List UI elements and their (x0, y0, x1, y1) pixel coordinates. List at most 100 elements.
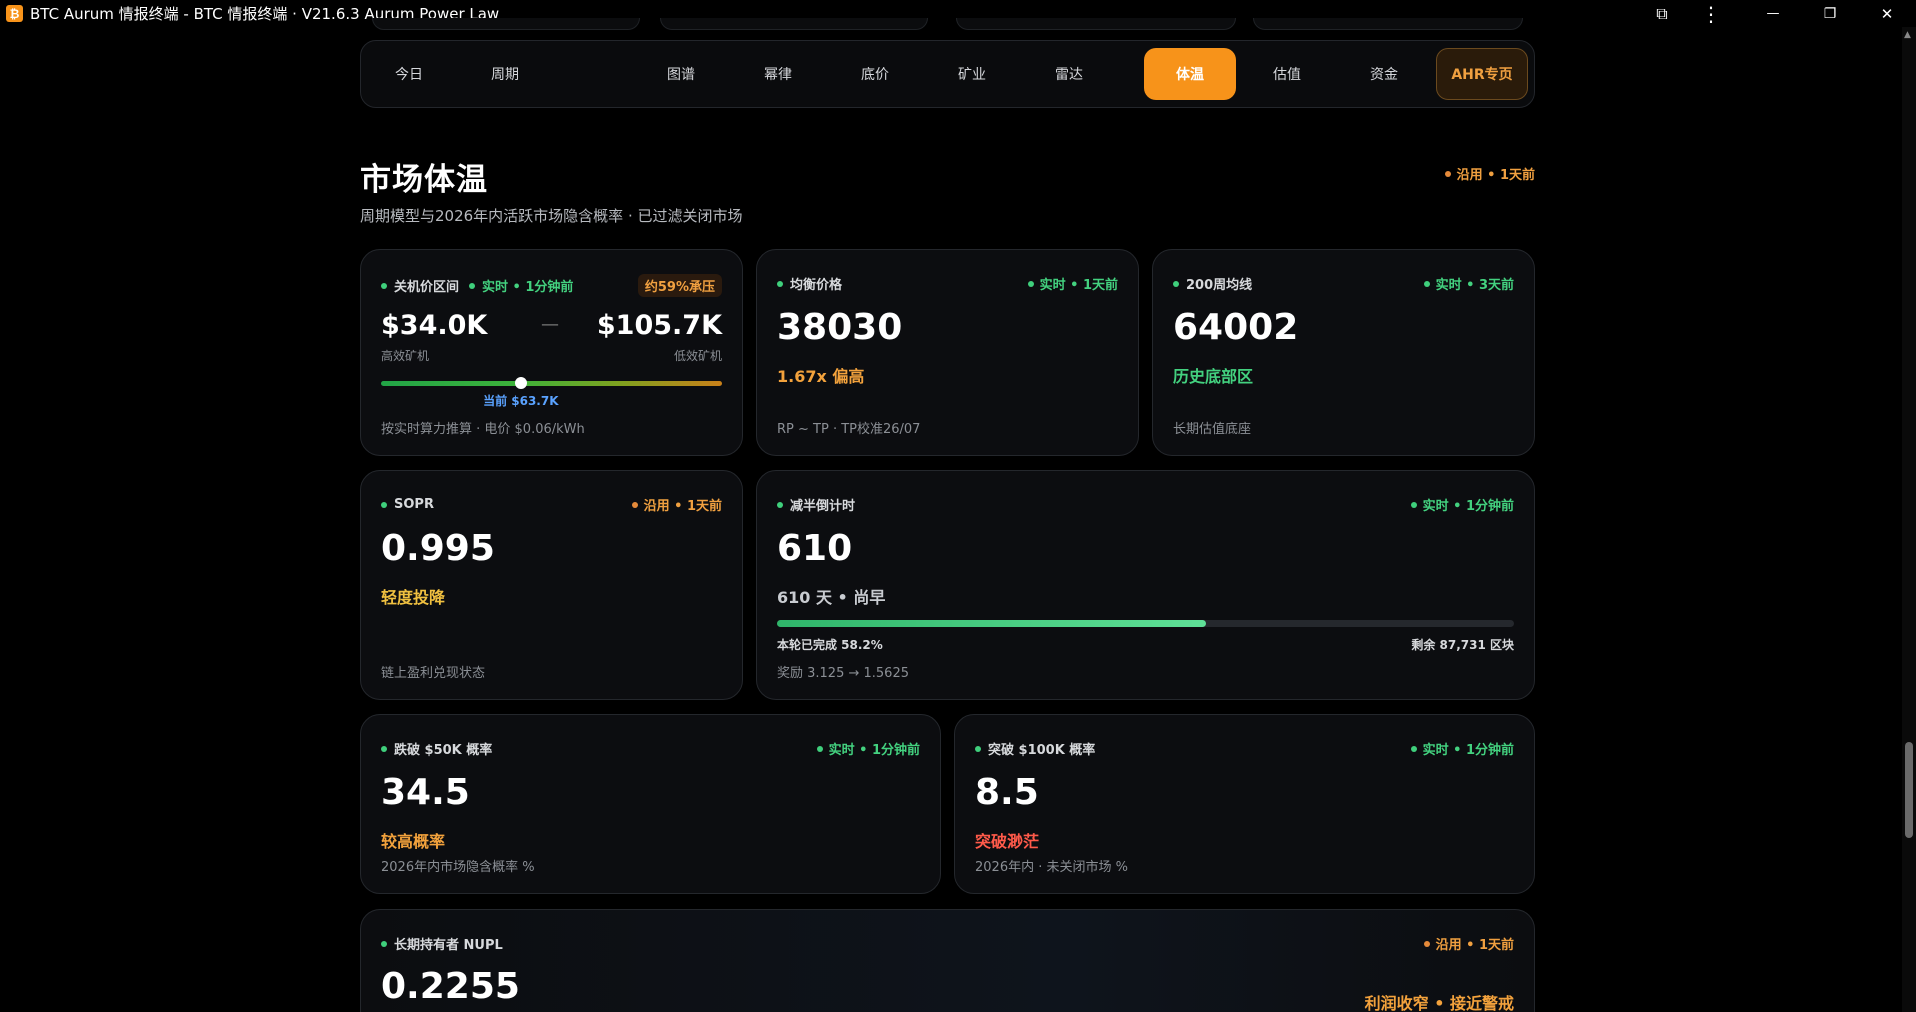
card-footnote: 链上盈利兑现状态 (381, 666, 486, 681)
pressure-badge: 约59%承压 (637, 274, 722, 297)
lth-nupl-card: 长期持有者 NUPL 沿用 • 1天前 0.2255 利润收窄 • 接近警戒 (360, 909, 1535, 1012)
status-dot-icon (816, 745, 823, 752)
status-dot-icon (1027, 280, 1034, 287)
card-footnote: 2026年内市场隐含概率 % (381, 860, 535, 875)
current-price-marker (514, 377, 527, 389)
card-header: 关机价区间 实时 • 1分钟前 约59%承压 (381, 274, 722, 297)
minimize-button[interactable]: — (1751, 0, 1795, 27)
balance-price-card: 均衡价格 实时 • 1天前 38030 1.67x 偏高 RP ~ TP · T… (756, 249, 1139, 456)
tab-capital[interactable]: 资金 (1356, 48, 1412, 100)
status-dot-icon (1444, 170, 1451, 177)
balance-price-value: 38030 (777, 307, 903, 348)
range-dash: — (541, 314, 559, 335)
card-header: 突破 $100K 概率 实时 • 1分钟前 (975, 739, 1514, 758)
status-dot-icon (381, 282, 387, 289)
current-price-label: 当前 $63.7K (483, 394, 559, 408)
more-menu-icon[interactable]: ⋮ (1689, 0, 1733, 27)
card-header: SOPR 沿用 • 1天前 (381, 495, 722, 514)
card-label: 减半倒计时 (790, 499, 856, 514)
status-dot-icon (1173, 280, 1179, 287)
maximize-button[interactable]: ❐ (1808, 0, 1852, 27)
card-edge (956, 18, 1236, 30)
freshness-status: 实时 • 1分钟前 (1410, 739, 1514, 758)
tab-radar[interactable]: 雷达 (1041, 48, 1097, 100)
card-footnote: 长期估值底座 (1173, 422, 1252, 437)
card-footnote: 按实时算力推算 · 电价 $0.06/kWh (381, 422, 585, 437)
valuation-tag: 1.67x 偏高 (777, 367, 865, 386)
page-subtitle: 周期模型与2026年内活跃市场隐含概率 · 已过滤关闭市场 (360, 207, 743, 225)
freshness-status: 实时 • 1分钟前 (469, 276, 573, 295)
low-price-value: $34.0K (381, 310, 488, 341)
shutdown-price-card: 关机价区间 实时 • 1分钟前 约59%承压 $34.0K 高效矿机 — $10… (360, 249, 743, 456)
card-label: 跌破 $50K 概率 (394, 743, 493, 758)
extension-icon[interactable]: ⧉ (1640, 0, 1684, 27)
card-header: 跌破 $50K 概率 实时 • 1分钟前 (381, 739, 920, 758)
card-label: 关机价区间 (394, 280, 460, 295)
card-footnote: RP ~ TP · TP校准26/07 (777, 422, 921, 437)
status-dot-icon (1423, 940, 1430, 947)
ma200w-value: 64002 (1173, 307, 1299, 348)
scrollbar-track[interactable]: ▲ (1902, 27, 1916, 1012)
tab-cycle[interactable]: 周期 (477, 48, 533, 100)
card-header: 200周均线 实时 • 3天前 (1173, 274, 1514, 293)
freshness-status: 实时 • 1分钟前 (1410, 495, 1514, 514)
card-label: 长期持有者 NUPL (394, 938, 503, 953)
card-label: SOPR (394, 497, 434, 512)
halving-progress-bar (777, 620, 1514, 627)
sopr-value: 0.995 (381, 528, 495, 569)
remaining-blocks: 剩余 87,731 区块 (1411, 638, 1514, 652)
card-label: 突破 $100K 概率 (988, 743, 1096, 758)
card-edge (1253, 18, 1523, 30)
card-footnote: 2026年内 · 未关闭市场 % (975, 860, 1128, 875)
tab-ahr[interactable]: AHR专页 (1436, 48, 1528, 100)
scrollbar-thumb[interactable] (1905, 742, 1913, 838)
zone-tag: 历史底部区 (1173, 367, 1254, 386)
scroll-up-arrow-icon[interactable]: ▲ (1904, 30, 1911, 40)
nupl-tag: 利润收窄 • 接近警戒 (1364, 994, 1514, 1012)
status-dot-icon (975, 745, 981, 752)
status-dot-icon (1410, 745, 1417, 752)
below-50k-probability-card: 跌破 $50K 概率 实时 • 1分钟前 34.5 较高概率 2026年内市场隐… (360, 714, 941, 894)
high-price-caption: 低效矿机 (673, 349, 722, 363)
tab-valuation[interactable]: 估值 (1259, 48, 1315, 100)
probability-tag: 突破渺茫 (975, 832, 1040, 851)
probability-tag: 较高概率 (381, 832, 446, 851)
card-header: 均衡价格 实时 • 1天前 (777, 274, 1118, 293)
close-button[interactable]: ✕ (1865, 0, 1909, 27)
tab-today[interactable]: 今日 (381, 48, 437, 100)
section-status: 沿用 • 1天前 (1444, 164, 1535, 183)
sopr-tag: 轻度投降 (381, 588, 446, 607)
bitcoin-logo-icon: ₿ (6, 5, 23, 22)
card-header: 减半倒计时 实时 • 1分钟前 (777, 495, 1514, 514)
above-100k-probability-card: 突破 $100K 概率 实时 • 1分钟前 8.5 突破渺茫 2026年内 · … (954, 714, 1535, 894)
card-edge (660, 18, 928, 30)
sopr-card: SOPR 沿用 • 1天前 0.995 轻度投降 链上盈利兑现状态 (360, 470, 743, 700)
low-price-caption: 高效矿机 (381, 349, 430, 363)
halving-days-value: 610 (777, 528, 853, 569)
above-100k-value: 8.5 (975, 772, 1039, 813)
card-label: 200周均线 (1186, 278, 1253, 293)
card-header: 长期持有者 NUPL 沿用 • 1天前 (381, 934, 1514, 953)
status-dot-icon (381, 501, 387, 508)
tab-temperature[interactable]: 体温 (1144, 48, 1236, 100)
status-dot-icon (1423, 280, 1430, 287)
below-50k-value: 34.5 (381, 772, 470, 813)
halving-progress-fill (777, 620, 1206, 627)
price-range-bar (381, 377, 722, 389)
card-footnote: 奖励 3.125 → 1.5625 (777, 666, 909, 681)
tab-mining[interactable]: 矿业 (944, 48, 1000, 100)
status-dot-icon (777, 280, 783, 287)
card-label: 均衡价格 (790, 278, 843, 293)
freshness-status: 实时 • 1分钟前 (816, 739, 920, 758)
tab-floor-price[interactable]: 底价 (847, 48, 903, 100)
ma200w-card: 200周均线 实时 • 3天前 64002 历史底部区 长期估值底座 (1152, 249, 1535, 456)
freshness-status: 沿用 • 1天前 (631, 495, 722, 514)
tab-power-law[interactable]: 幂律 (750, 48, 806, 100)
section-nav: 今日 周期 图谱 幂律 底价 矿业 雷达 体温 估值 资金 AHR专页 (360, 40, 1535, 108)
tab-atlas[interactable]: 图谱 (653, 48, 709, 100)
status-dot-icon (381, 745, 387, 752)
status-dot-icon (777, 501, 783, 508)
freshness-status: 沿用 • 1天前 (1423, 934, 1514, 953)
section-status-text: 沿用 • 1天前 (1456, 168, 1535, 183)
nupl-value: 0.2255 (381, 966, 520, 1007)
